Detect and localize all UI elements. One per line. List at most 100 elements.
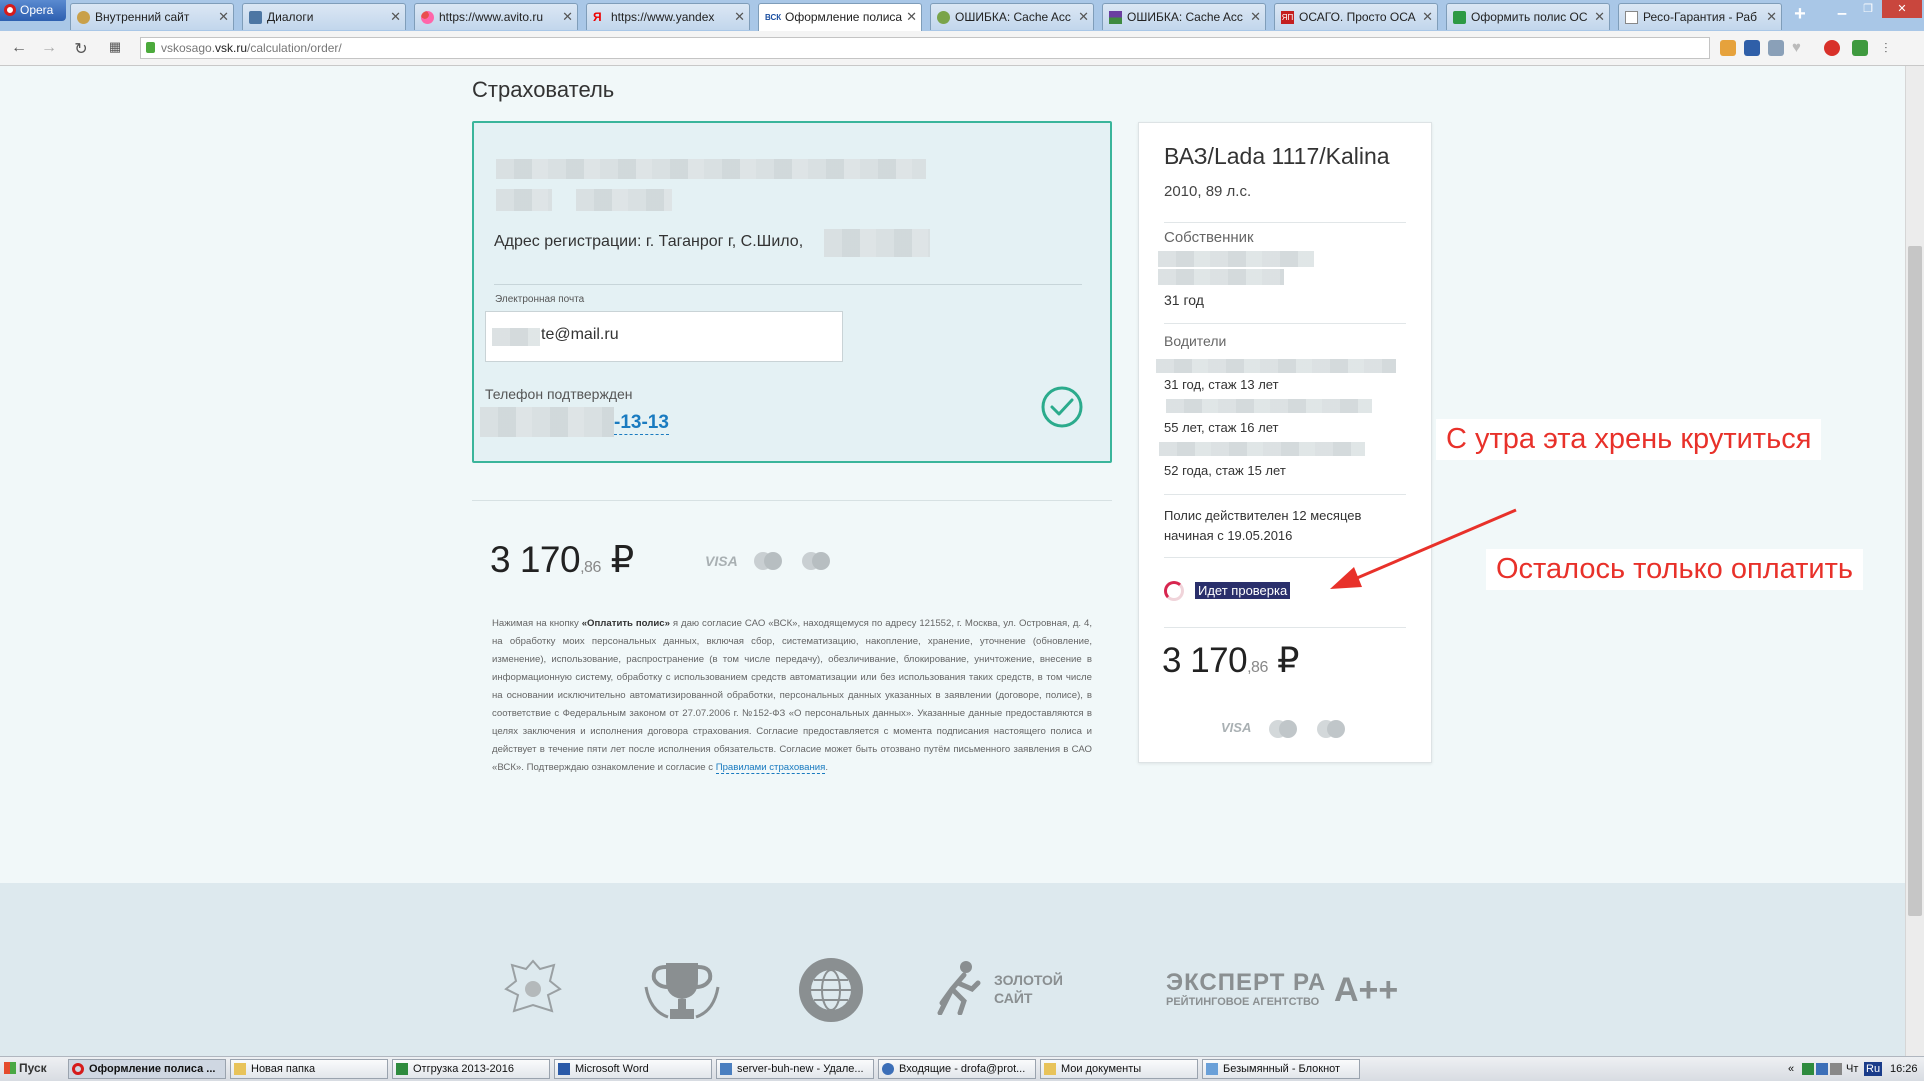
phone-number-link[interactable]: -13-13 bbox=[614, 412, 669, 435]
tab-dialogs[interactable]: Диалоги ✕ bbox=[242, 3, 406, 30]
tab-avito[interactable]: https://www.avito.ru ✕ bbox=[414, 3, 578, 30]
currency-symbol: ₽ bbox=[610, 539, 635, 580]
avito-favicon-icon bbox=[421, 11, 434, 24]
back-arrow-icon[interactable]: ← bbox=[10, 39, 28, 57]
speed-dial-icon[interactable]: ▦ bbox=[106, 39, 124, 55]
folder-icon bbox=[1044, 1063, 1056, 1075]
tray-app-icon[interactable] bbox=[1802, 1063, 1814, 1075]
redacted-driver bbox=[1159, 442, 1365, 456]
taskbar-item-folder[interactable]: Новая папка bbox=[230, 1059, 388, 1079]
redacted-email bbox=[492, 328, 540, 346]
tab-close-icon[interactable]: ✕ bbox=[1250, 4, 1261, 30]
mastercard-logo-icon bbox=[754, 552, 782, 570]
checking-status: Идет проверка bbox=[1195, 582, 1291, 599]
tab-close-icon[interactable]: ✕ bbox=[390, 4, 401, 30]
opera-icon bbox=[72, 1063, 84, 1075]
folder-icon bbox=[234, 1063, 246, 1075]
forward-arrow-icon[interactable]: → bbox=[40, 39, 58, 57]
redacted-driver bbox=[1156, 359, 1396, 373]
summary-divider bbox=[1164, 323, 1406, 324]
restore-icon[interactable]: ❐ bbox=[1856, 0, 1880, 18]
menu-icon[interactable]: ⫶ bbox=[1884, 40, 1900, 56]
state-emblem-icon bbox=[504, 959, 562, 1013]
redacted-driver bbox=[1166, 399, 1372, 413]
tab-internal-site[interactable]: Внутренний сайт ✕ bbox=[70, 3, 234, 30]
reso-favicon-icon bbox=[1453, 11, 1466, 24]
taskbar-item-mail[interactable]: Входящие - drofa@prot... bbox=[878, 1059, 1036, 1079]
scrollbar-thumb[interactable] bbox=[1908, 246, 1922, 916]
tab-close-icon[interactable]: ✕ bbox=[562, 4, 573, 30]
tab-osago[interactable]: ЯП ОСАГО. Просто ОСА ✕ bbox=[1274, 3, 1438, 30]
page-footer: ЗОЛОТОЙ САЙТ ЭКСПЕРТ РА РЕЙТИНГОВОЕ АГЕНТ… bbox=[0, 883, 1905, 1058]
checkmark-icon bbox=[1041, 386, 1083, 428]
taskbar-item-opera[interactable]: Оформление полиса ... bbox=[68, 1059, 226, 1079]
tab-error-2[interactable]: ОШИБКА: Cache Acc ✕ bbox=[1102, 3, 1266, 30]
close-window-icon[interactable]: ✕ bbox=[1882, 0, 1922, 18]
clock[interactable]: 16:26 bbox=[1890, 1059, 1918, 1079]
excel-icon bbox=[396, 1063, 408, 1075]
url-input[interactable]: vskosago.vsk.ru/calculation/order/ bbox=[140, 37, 1710, 59]
extension-icon[interactable] bbox=[1744, 40, 1760, 56]
extension-icon[interactable] bbox=[1852, 40, 1868, 56]
price-rubles: 3 170 bbox=[490, 539, 581, 580]
lock-icon bbox=[146, 42, 155, 53]
page-scrollbar[interactable] bbox=[1905, 66, 1924, 1056]
order-summary-panel: ВАЗ/Lada 1117/Kalina 2010, 89 л.с. Собст… bbox=[1138, 122, 1432, 763]
taskbar-item-documents[interactable]: Мои документы bbox=[1040, 1059, 1198, 1079]
email-field[interactable]: te@mail.ru bbox=[485, 311, 843, 362]
insurance-rules-link[interactable]: Правилами страхования bbox=[715, 762, 826, 774]
network-icon[interactable] bbox=[1816, 1063, 1828, 1075]
drivers-label: Водители bbox=[1164, 333, 1227, 349]
site-favicon-icon bbox=[77, 11, 90, 24]
error-favicon-icon bbox=[1109, 11, 1122, 24]
adblock-icon[interactable] bbox=[1824, 40, 1840, 56]
driver-2: 55 лет, стаж 16 лет bbox=[1164, 420, 1279, 435]
osago-favicon-icon: ЯП bbox=[1281, 11, 1294, 24]
rating-a-plus-plus: A++ bbox=[1334, 971, 1399, 1009]
language-indicator[interactable]: Ru bbox=[1864, 1062, 1883, 1076]
tab-close-icon[interactable]: ✕ bbox=[1422, 4, 1433, 30]
opera-menu-button[interactable]: Opera bbox=[0, 0, 66, 21]
tab-close-icon[interactable]: ✕ bbox=[1766, 4, 1777, 30]
driver-3: 52 года, стаж 15 лет bbox=[1164, 463, 1286, 478]
registration-address: Адрес регистрации: г. Таганрог г, С.Шило… bbox=[494, 233, 804, 250]
extension-icon[interactable] bbox=[1768, 40, 1784, 56]
start-button[interactable]: Пуск bbox=[0, 1058, 52, 1079]
browser-tab-bar: Opera Внутренний сайт ✕ Диалоги ✕ https://… bbox=[0, 0, 1924, 32]
taskbar-item-excel[interactable]: Отгрузка 2013-2016 bbox=[392, 1059, 550, 1079]
notepad-icon bbox=[1206, 1063, 1218, 1075]
heart-icon[interactable]: ♥ bbox=[1792, 40, 1808, 56]
tab-policy-active[interactable]: ВСК Оформление полиса ✕ bbox=[758, 3, 922, 31]
summary-divider bbox=[1164, 222, 1406, 223]
system-tray: « Чт Ru 16:26 bbox=[1786, 1059, 1924, 1079]
extension-icon[interactable] bbox=[1720, 40, 1736, 56]
tab-yandex[interactable]: Я https://www.yandex ✕ bbox=[586, 3, 750, 30]
golden-site-logo: ЗОЛОТОЙ САЙТ bbox=[936, 959, 1096, 1023]
redacted-name bbox=[576, 189, 672, 211]
tab-close-icon[interactable]: ✕ bbox=[734, 4, 745, 30]
taskbar-item-word[interactable]: Microsoft Word bbox=[554, 1059, 712, 1079]
summary-price: 3 170,86 ₽ bbox=[1162, 641, 1299, 680]
owner-label: Собственник bbox=[1164, 229, 1254, 246]
tab-close-icon[interactable]: ✕ bbox=[218, 4, 229, 30]
taskbar-item-notepad[interactable]: Безымянный - Блокнот bbox=[1202, 1059, 1360, 1079]
trophy-award-icon bbox=[644, 963, 720, 1019]
tab-order-osago[interactable]: Оформить полис ОС ✕ bbox=[1446, 3, 1610, 30]
minimize-icon[interactable]: ▁ bbox=[1830, 0, 1854, 18]
tab-error-1[interactable]: ОШИБКА: Cache Acc ✕ bbox=[930, 3, 1094, 30]
taskbar-item-remote-desktop[interactable]: server-buh-new - Удале... bbox=[716, 1059, 874, 1079]
new-tab-button[interactable]: + bbox=[1790, 4, 1810, 24]
tab-reso[interactable]: Ресо-Гарантия - Раб ✕ bbox=[1618, 3, 1782, 30]
reload-icon[interactable]: ↻ bbox=[72, 39, 90, 59]
url-prefix: vskosago. bbox=[161, 41, 216, 55]
tab-close-icon[interactable]: ✕ bbox=[1078, 4, 1089, 30]
tray-expand-icon[interactable]: « bbox=[1788, 1059, 1794, 1079]
url-path: /calculation/order/ bbox=[247, 41, 342, 55]
address-bar: ← → ↻ ▦ vskosago.vsk.ru/calculation/orde… bbox=[0, 31, 1924, 66]
tab-close-icon[interactable]: ✕ bbox=[1594, 4, 1605, 30]
tab-close-icon[interactable]: ✕ bbox=[906, 4, 917, 30]
card-divider bbox=[494, 284, 1082, 285]
windows-taskbar: Пуск Оформление полиса ... Новая папка О… bbox=[0, 1056, 1924, 1081]
redacted-owner bbox=[1158, 251, 1314, 267]
volume-icon[interactable] bbox=[1830, 1063, 1842, 1075]
